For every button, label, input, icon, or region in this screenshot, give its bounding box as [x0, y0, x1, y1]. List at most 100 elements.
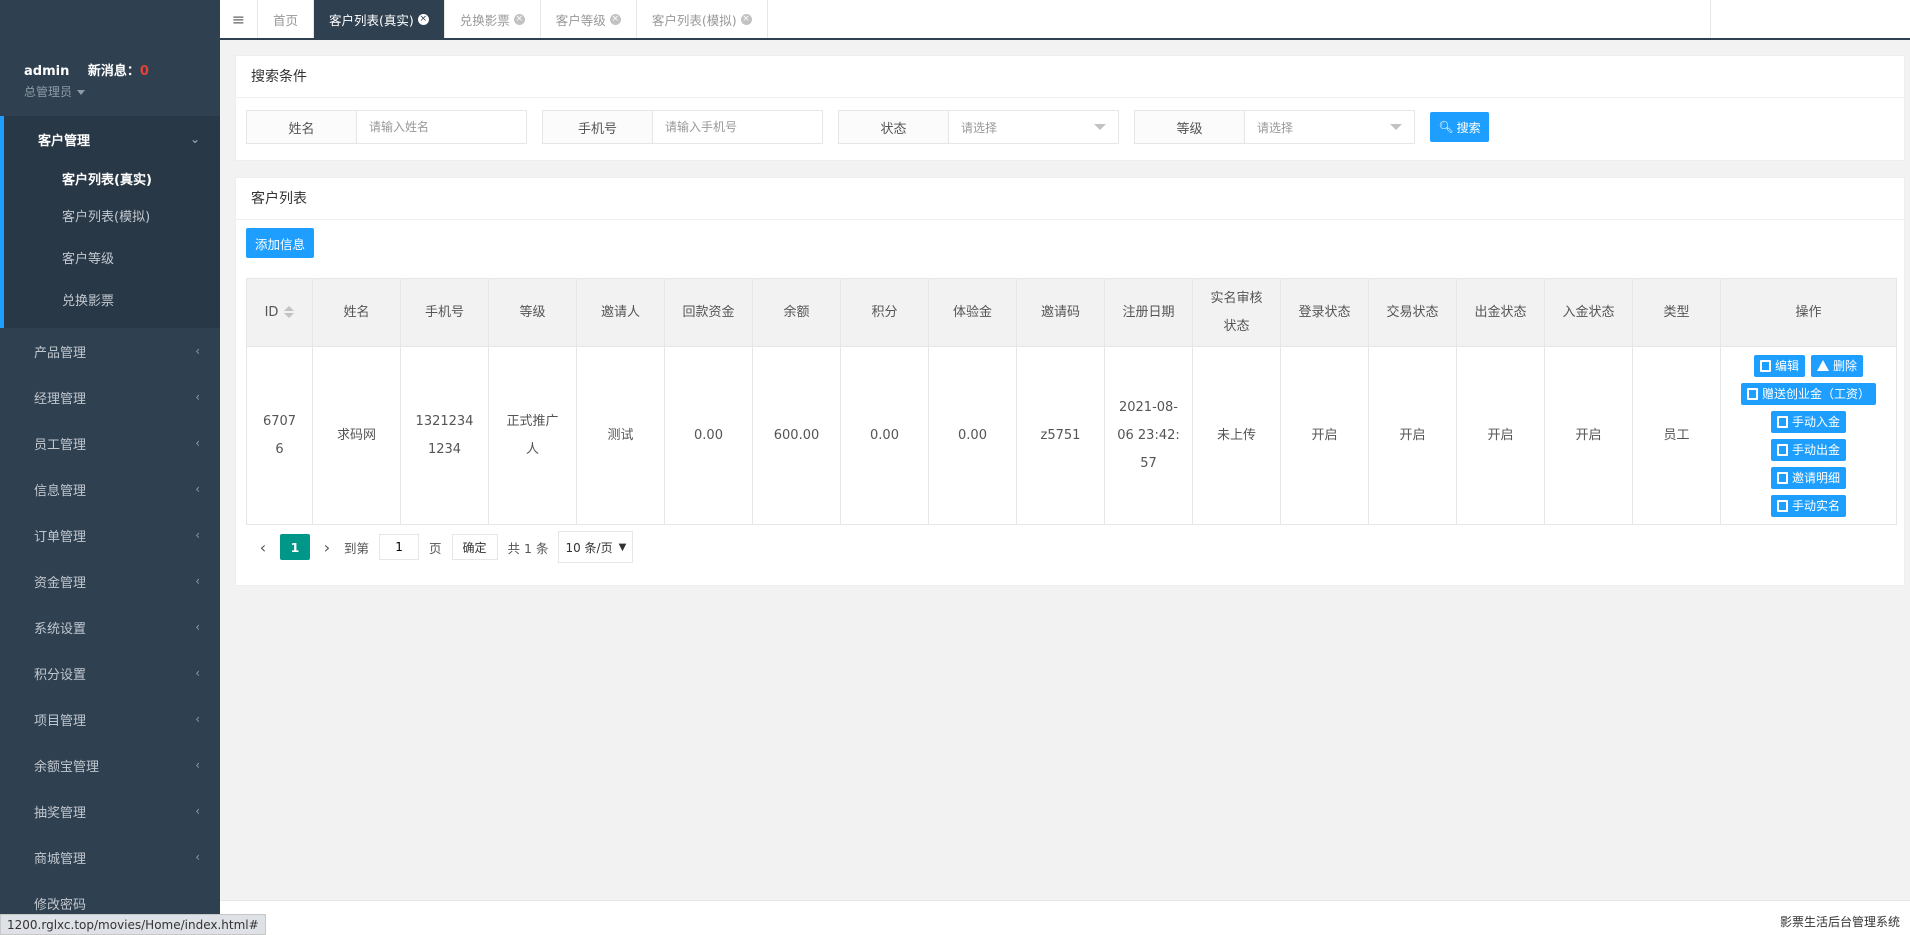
tab-exchange-ticket[interactable]: 兑换影票 × [445, 0, 541, 38]
manual-deposit-button[interactable]: 手动入金 [1770, 410, 1846, 433]
tab-customer-list-sim[interactable]: 客户列表(模拟) × [637, 0, 768, 38]
column-header: 邀请码 [1016, 278, 1105, 347]
goto-page-input[interactable] [379, 534, 420, 560]
menu-item-order[interactable]: 订单管理 ‹ [0, 512, 220, 558]
menu-item-info[interactable]: 信息管理 ‹ [0, 466, 220, 512]
column-header-id[interactable]: ID [246, 278, 313, 347]
menu-item-mall[interactable]: 商城管理 ‹ [0, 834, 220, 880]
close-icon[interactable]: × [417, 13, 429, 25]
manual-verify-button[interactable]: 手动实名 [1770, 494, 1846, 517]
customer-list-title: 客户列表 [236, 178, 1904, 220]
goto-confirm-button[interactable]: 确定 [451, 534, 498, 560]
menu-label: 项目管理 [34, 713, 87, 729]
search-icon: 🔍︎ [1438, 120, 1454, 134]
tab-customer-level[interactable]: 客户等级 × [541, 0, 637, 38]
menu-item-product[interactable]: 产品管理 ‹ [0, 328, 220, 374]
table-header-row: ID 姓名 手机号 等级 邀请人 回款资金 余额 积分 体验金 邀请码 注册日期… [246, 278, 1897, 347]
menu-item-lottery[interactable]: 抽奖管理 ‹ [0, 788, 220, 834]
user-role-dropdown[interactable]: 总管理员 [24, 83, 220, 100]
dropdown-arrow-icon [1094, 124, 1106, 130]
cell-actions: 编辑 删除 赠送创业金（工资） 手动入金 手动出金 邀请明细 手动实名 [1720, 346, 1897, 525]
prev-page-icon[interactable]: ‹ [256, 538, 270, 557]
name-input[interactable] [357, 111, 526, 143]
tab-customer-list-real[interactable]: 客户列表(真实) × [314, 0, 445, 38]
cell-points: 0.00 [840, 346, 929, 525]
cell-balance: 600.00 [752, 346, 841, 525]
chevron-left-icon: ‹ [195, 528, 200, 542]
gift-funds-button[interactable]: 赠送创业金（工资） [1740, 382, 1876, 405]
close-icon[interactable]: × [609, 13, 621, 25]
menu-item-project[interactable]: 项目管理 ‹ [0, 696, 220, 742]
manual-verify-button-label: 手动实名 [1791, 499, 1840, 513]
level-select-value: 请选择 [1257, 120, 1294, 135]
copy-icon [1776, 415, 1788, 428]
menu-label: 修改密码 [34, 897, 87, 913]
menu-item-staff[interactable]: 员工管理 ‹ [0, 420, 220, 466]
name-field: 姓名 [246, 110, 527, 144]
menu-item-system[interactable]: 系统设置 ‹ [0, 604, 220, 650]
menu-label: 积分设置 [34, 667, 87, 683]
column-header: 等级 [488, 278, 577, 347]
submenu-item-customer-list-real[interactable]: 客户列表(真实) [4, 162, 220, 194]
column-header: 实名审核状态 [1192, 278, 1281, 347]
action-line: 编辑 删除 [1753, 354, 1864, 377]
phone-label: 手机号 [543, 111, 653, 143]
manual-withdraw-button[interactable]: 手动出金 [1770, 438, 1846, 461]
page-size-select[interactable]: 10 条/页 ▼ [558, 531, 634, 563]
new-message-label[interactable]: 新消息： [88, 64, 140, 79]
invite-details-button[interactable]: 邀请明细 [1770, 466, 1846, 489]
cell-login-status: 开启 [1280, 346, 1369, 525]
status-field: 状态 请选择 [838, 110, 1119, 144]
edit-button-label: 编辑 [1774, 359, 1799, 373]
column-header: 入金状态 [1544, 278, 1633, 347]
column-header: 余额 [752, 278, 841, 347]
action-buttons: 编辑 删除 赠送创业金（工资） 手动入金 手动出金 邀请明细 手动实名 [1721, 354, 1896, 517]
menu-label: 资金管理 [34, 575, 87, 591]
chevron-left-icon: ‹ [195, 804, 200, 818]
close-icon[interactable]: × [740, 13, 752, 25]
next-page-icon[interactable]: › [320, 538, 334, 557]
phone-input[interactable] [653, 111, 822, 143]
add-info-button[interactable]: 添加信息 [246, 228, 314, 258]
edit-button[interactable]: 编辑 [1753, 354, 1805, 377]
menu-label: 系统设置 [34, 621, 87, 637]
chevron-left-icon: ‹ [195, 850, 200, 864]
customer-list-panel: 客户列表 添加信息 ID 姓名 手机号 等级 邀请人 回款资金 余额 积分 体验… [235, 177, 1905, 586]
copy-icon [1776, 443, 1788, 456]
hamburger-menu-icon[interactable]: ≡ [220, 0, 258, 38]
user-role: 总管理员 [24, 85, 73, 99]
submenu-item-customer-level[interactable]: 客户等级 [4, 236, 220, 278]
name-label: 姓名 [247, 111, 357, 143]
column-label: ID [264, 304, 279, 320]
level-field: 等级 请选择 [1134, 110, 1415, 144]
menu-item-customer-management[interactable]: 客户管理 ⌄ [4, 116, 220, 162]
tab-bar-spacer [768, 0, 1710, 38]
table-row: 67076 求码网 13212341234 正式推广人 测试 0.00 600.… [246, 346, 1897, 525]
sort-icon[interactable] [284, 306, 295, 318]
chevron-down-icon: ▼ [618, 541, 627, 553]
menu-item-yuebao[interactable]: 余额宝管理 ‹ [0, 742, 220, 788]
menu-item-funds[interactable]: 资金管理 ‹ [0, 558, 220, 604]
chevron-left-icon: ‹ [195, 390, 200, 404]
current-page[interactable]: 1 [280, 534, 310, 560]
menu-item-points[interactable]: 积分设置 ‹ [0, 650, 220, 696]
delete-button-label: 删除 [1833, 359, 1858, 373]
search-button[interactable]: 🔍︎ 搜索 [1430, 112, 1489, 142]
menu-item-manager[interactable]: 经理管理 ‹ [0, 374, 220, 420]
chevron-left-icon: ‹ [195, 574, 200, 588]
tab-home[interactable]: 首页 [258, 0, 315, 38]
delete-button[interactable]: 删除 [1811, 354, 1864, 377]
column-header: 注册日期 [1104, 278, 1193, 347]
warning-icon [1817, 360, 1829, 371]
close-icon[interactable]: × [513, 13, 525, 25]
new-message-count[interactable]: 0 [140, 64, 149, 79]
search-button-label: 搜索 [1456, 120, 1481, 135]
submenu-item-exchange-ticket[interactable]: 兑换影票 [4, 278, 220, 320]
column-header: 回款资金 [664, 278, 753, 347]
submenu-item-customer-list-sim[interactable]: 客户列表(模拟) [4, 194, 220, 236]
status-select[interactable]: 请选择 [949, 111, 1118, 143]
level-select[interactable]: 请选择 [1245, 111, 1414, 143]
chevron-left-icon: ‹ [195, 620, 200, 634]
column-header: 出金状态 [1456, 278, 1545, 347]
cell-type: 员工 [1632, 346, 1721, 525]
